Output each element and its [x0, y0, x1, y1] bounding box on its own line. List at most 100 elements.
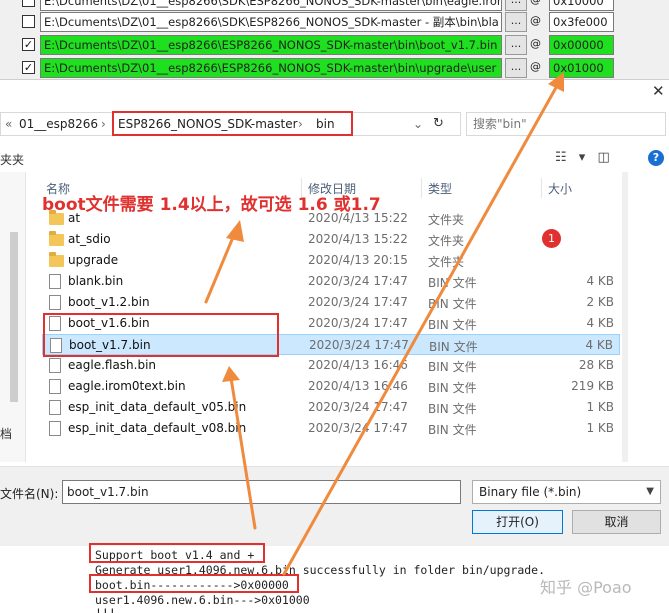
folder-icon: [49, 231, 64, 246]
breadcrumb-overflow-icon[interactable]: «: [5, 117, 12, 131]
file-row[interactable]: blank.bin 2020/3/24 17:47 BIN 文件 4 KB: [42, 271, 620, 292]
chevron-down-icon[interactable]: ▼: [646, 481, 654, 503]
flash-row-checkbox[interactable]: ✓: [22, 61, 35, 74]
column-divider[interactable]: [421, 178, 422, 198]
annotation-badge: 1: [542, 229, 561, 248]
help-icon[interactable]: ?: [648, 150, 664, 166]
file-type: BIN 文件: [428, 297, 477, 311]
file-size: 1 KB: [586, 400, 614, 414]
nav-pane-scrollbar[interactable]: [10, 232, 18, 402]
folder-icon: [49, 252, 64, 267]
file-icon: [49, 400, 61, 415]
file-size: 28 KB: [578, 358, 614, 372]
nav-pane-item-label[interactable]: 档: [0, 425, 12, 442]
flash-row-path-input[interactable]: E:\Dcuments\DZ\01__esp8266\ESP8266_NONOS…: [40, 35, 502, 55]
file-type: BIN 文件: [428, 360, 477, 374]
flash-row-browse-button[interactable]: ...: [505, 58, 527, 78]
flash-row: E:\Dcuments\DZ\01__esp8266\SDK\ESP8266_N…: [0, 11, 669, 33]
file-type: 文件夹: [428, 234, 465, 248]
flash-row: ✓ E:\Dcuments\DZ\01__esp8266\ESP8266_NON…: [0, 57, 669, 79]
column-divider[interactable]: [541, 178, 542, 198]
flash-row-checkbox[interactable]: [22, 15, 35, 28]
flash-row-address-input[interactable]: 0x3fe000: [549, 12, 614, 32]
new-folder-button[interactable]: 夹夹: [0, 151, 24, 168]
file-type: BIN 文件: [428, 276, 477, 290]
refresh-icon[interactable]: ↻: [433, 116, 444, 131]
file-type: BIN 文件: [429, 340, 478, 354]
file-icon: [49, 358, 61, 373]
flash-row-browse-button[interactable]: ...: [505, 12, 527, 32]
navigation-pane[interactable]: [0, 172, 26, 462]
file-name: at_sdio: [68, 232, 111, 246]
file-size: 1 KB: [586, 421, 614, 435]
file-type: BIN 文件: [428, 381, 477, 395]
breadcrumb-item-esp8266[interactable]: 01__esp8266: [19, 117, 98, 131]
search-input[interactable]: 搜索"bin": [466, 112, 666, 136]
file-icon: [49, 274, 61, 289]
file-date: 2020/4/13 16:46: [308, 379, 408, 393]
file-name: upgrade: [68, 253, 119, 267]
annotation-note: boot文件需要 1.4以上，故可选 1.6 或1.7: [42, 195, 381, 215]
open-button[interactable]: 打开(O): [472, 510, 563, 534]
flash-row-path-input[interactable]: E:\Dcuments\DZ\01__esp8266\ESP8266_NONOS…: [40, 58, 502, 78]
file-type: 文件夹: [428, 255, 465, 269]
flash-row-browse-button[interactable]: ...: [505, 35, 527, 55]
flash-row-address-input[interactable]: 0x00000: [549, 35, 614, 55]
flash-row: ✓ E:\Dcuments\DZ\01__esp8266\ESP8266_NON…: [0, 34, 669, 56]
watermark: 知乎 @Poao: [540, 578, 632, 597]
file-icon: [49, 295, 61, 310]
file-size: 2 KB: [586, 295, 614, 309]
file-type: BIN 文件: [428, 423, 477, 437]
view-options-icon[interactable]: ☷ ▾ ◫: [555, 150, 614, 165]
file-row[interactable]: eagle.irom0text.bin 2020/4/13 16:46 BIN 文件…: [42, 376, 620, 397]
file-row[interactable]: esp_init_data_default_v08.bin 2020/3/24 1…: [42, 418, 620, 439]
flash-download-panel: E:\Dcuments\DZ\01__esp8266\SDK\ESP8266_N…: [0, 0, 669, 80]
file-list-scrollbar[interactable]: [622, 172, 628, 462]
file-name: eagle.flash.bin: [68, 358, 157, 372]
file-date: 2020/3/24 17:47: [308, 316, 408, 330]
flash-row-at-label: @: [530, 60, 541, 73]
file-type: BIN 文件: [428, 318, 477, 332]
file-name: eagle.irom0text.bin: [68, 379, 186, 393]
file-date: 2020/4/13 20:15: [308, 253, 408, 267]
file-row[interactable]: boot_v1.2.bin 2020/3/24 17:47 BIN 文件 2 KB: [42, 292, 620, 313]
file-date: 2020/4/13 16:46: [308, 358, 408, 372]
filename-label: 文件名(N):: [0, 487, 59, 501]
file-row[interactable]: esp_init_data_default_v05.bin 2020/3/24 1…: [42, 397, 620, 418]
flash-row-path-input[interactable]: E:\Dcuments\DZ\01__esp8266\SDK\ESP8266_N…: [40, 0, 502, 11]
file-icon: [49, 379, 61, 394]
file-row[interactable]: upgrade 2020/4/13 20:15 文件夹: [42, 250, 620, 271]
flash-row-at-label: @: [530, 37, 541, 50]
flash-row-path-input[interactable]: E:\Dcuments\DZ\01__esp8266\SDK\ESP8266_N…: [40, 12, 502, 32]
console-line: user1.4096.new.6.bin--->0x01000: [95, 593, 310, 607]
file-name: esp_init_data_default_v05.bin: [68, 400, 247, 414]
flash-row-checkbox[interactable]: [22, 0, 35, 7]
annotation-box-path: [112, 111, 353, 136]
column-header-size[interactable]: 大小: [548, 180, 572, 197]
address-dropdown-icon[interactable]: ⌄: [413, 117, 423, 131]
file-size: 4 KB: [586, 316, 614, 330]
file-date: 2020/4/13 15:22: [308, 232, 408, 246]
flash-row-address-input[interactable]: 0x10000: [549, 0, 614, 11]
file-type-select[interactable]: Binary file (*.bin) ▼: [472, 480, 661, 504]
breadcrumb-separator-icon: ›: [101, 117, 106, 131]
annotation-box-support: [89, 543, 265, 563]
file-row[interactable]: at_sdio 2020/4/13 15:22 文件夹: [42, 229, 620, 250]
cancel-button[interactable]: 取消: [572, 510, 661, 534]
file-type: 文件夹: [428, 213, 465, 227]
column-header-type[interactable]: 类型: [428, 180, 452, 197]
file-size: 219 KB: [571, 379, 614, 393]
flash-row-browse-button[interactable]: ...: [505, 0, 527, 11]
file-date: 2020/3/24 17:47: [308, 295, 408, 309]
file-date: 2020/3/24 17:47: [308, 421, 408, 435]
flash-row-checkbox[interactable]: ✓: [22, 38, 35, 51]
file-row[interactable]: eagle.flash.bin 2020/4/13 16:46 BIN 文件 28 K…: [42, 355, 620, 376]
flash-row-at-label: @: [530, 14, 541, 27]
file-icon: [49, 421, 61, 436]
annotation-box-boot-address: [89, 574, 299, 593]
close-icon[interactable]: ✕: [652, 82, 665, 100]
file-name: blank.bin: [68, 274, 124, 288]
flash-row-address-input[interactable]: 0x01000: [549, 58, 614, 78]
file-size: 4 KB: [585, 338, 613, 352]
filename-input[interactable]: boot_v1.7.bin: [62, 480, 461, 504]
